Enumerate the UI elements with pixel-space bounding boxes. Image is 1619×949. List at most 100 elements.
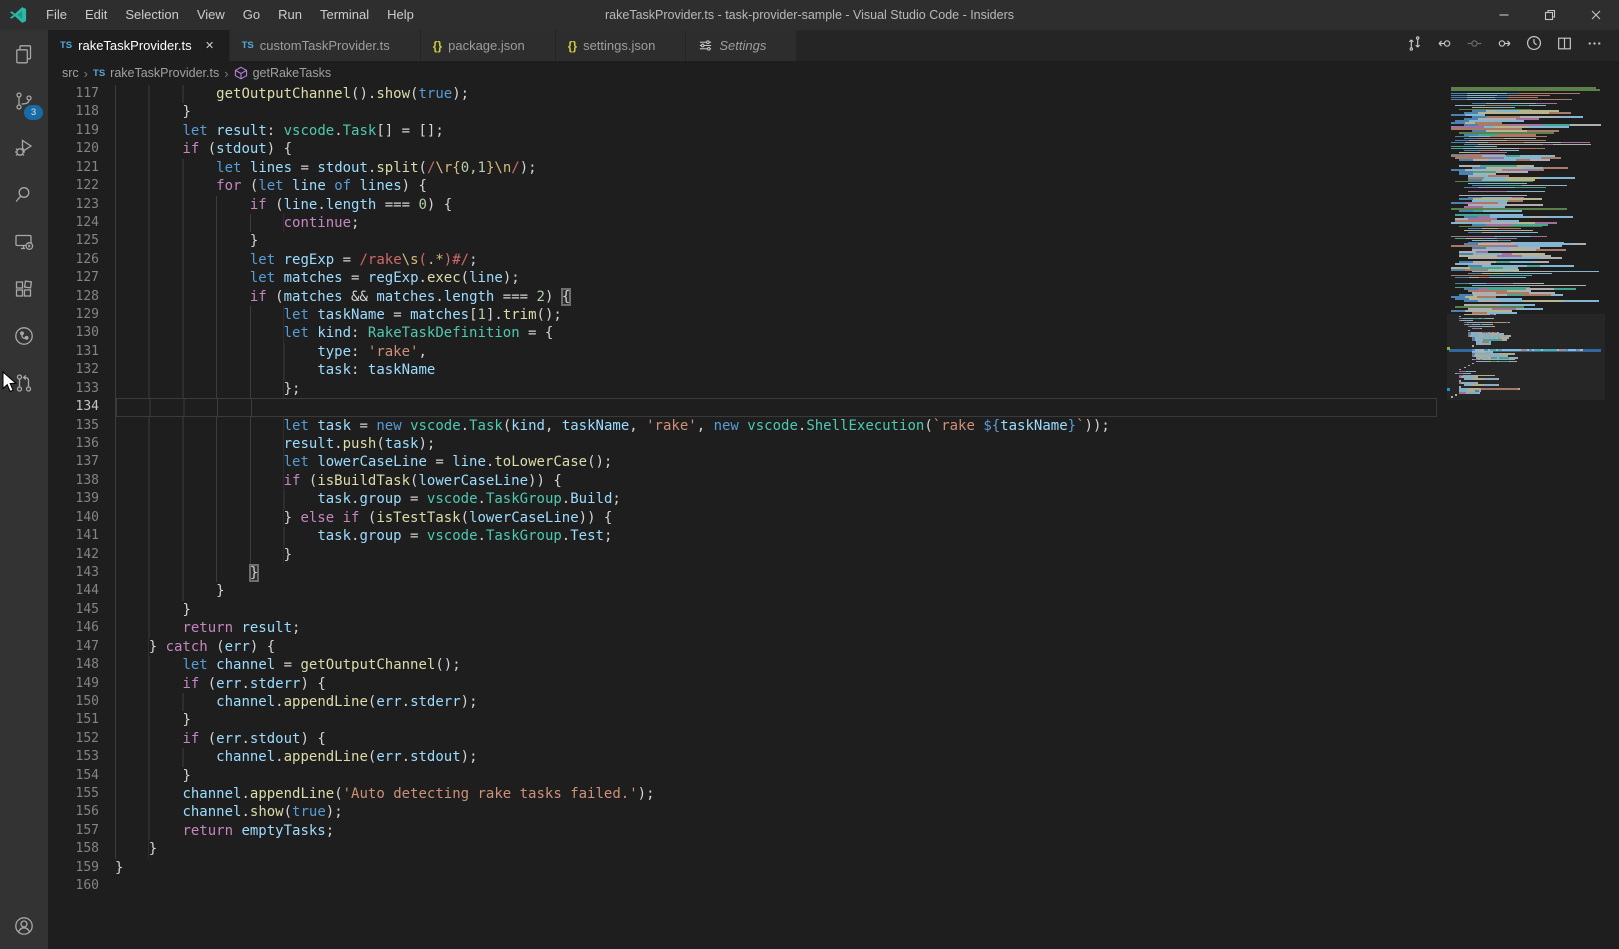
tab-settings[interactable]: Settings — [686, 30, 797, 61]
menu-terminal[interactable]: Terminal — [311, 0, 378, 30]
code-line[interactable]: 118} — [48, 103, 1619, 121]
code-line[interactable]: 153channel.appendLine(err.stdout); — [48, 748, 1619, 766]
code-line[interactable]: 127let matches = regExp.exec(line); — [48, 269, 1619, 287]
code-line[interactable]: 125} — [48, 232, 1619, 250]
code-line[interactable]: 133}; — [48, 380, 1619, 398]
code-line[interactable]: 121let lines = stdout.split(/\r{0,1}\n/)… — [48, 159, 1619, 177]
line-number[interactable]: 139 — [48, 490, 115, 508]
line-number[interactable]: 119 — [48, 122, 115, 140]
line-number[interactable]: 152 — [48, 730, 115, 748]
code-line[interactable]: 154} — [48, 767, 1619, 785]
code-line[interactable]: 149if (err.stderr) { — [48, 675, 1619, 693]
code-line[interactable]: 151} — [48, 711, 1619, 729]
menu-run[interactable]: Run — [269, 0, 311, 30]
code-line[interactable]: 147} catch (err) { — [48, 638, 1619, 656]
close-button[interactable] — [1573, 0, 1619, 30]
navigate-forward-button[interactable] — [1489, 30, 1519, 61]
code-line[interactable]: 128if (matches && matches.length === 2) … — [48, 288, 1619, 306]
code-line[interactable]: 119let result: vscode.Task[] = []; — [48, 122, 1619, 140]
minimap-slider[interactable] — [1447, 314, 1605, 400]
code-line[interactable]: 129let taskName = matches[1].trim(); — [48, 306, 1619, 324]
tab-package-json[interactable]: {}package.json — [421, 30, 556, 61]
code-line[interactable]: 132task: taskName — [48, 361, 1619, 379]
line-number[interactable]: 131 — [48, 343, 115, 361]
sidebar-item-run-and-debug[interactable] — [0, 124, 48, 171]
line-number[interactable]: 156 — [48, 803, 115, 821]
line-number[interactable]: 127 — [48, 269, 115, 287]
sidebar-item-accounts[interactable] — [0, 902, 48, 949]
code-line[interactable]: 134 — [48, 398, 1619, 416]
line-number[interactable]: 143 — [48, 564, 115, 582]
code-line[interactable]: 131type: 'rake', — [48, 343, 1619, 361]
code-line[interactable]: 122for (let line of lines) { — [48, 177, 1619, 195]
code-line[interactable]: 148let channel = getOutputChannel(); — [48, 656, 1619, 674]
line-number[interactable]: 137 — [48, 453, 115, 471]
menu-edit[interactable]: Edit — [76, 0, 116, 30]
more-actions-button[interactable] — [1579, 30, 1609, 61]
line-number[interactable]: 142 — [48, 546, 115, 564]
line-number[interactable]: 118 — [48, 103, 115, 121]
run-file-button[interactable] — [1519, 30, 1549, 61]
code-line[interactable]: 156channel.show(true); — [48, 803, 1619, 821]
tab-raketaskprovider-ts[interactable]: TSrakeTaskProvider.ts✕ — [48, 30, 230, 61]
code-line[interactable]: 142} — [48, 546, 1619, 564]
sidebar-item-explorer[interactable] — [0, 30, 48, 77]
sidebar-item-pull-requests[interactable] — [0, 359, 48, 406]
line-number[interactable]: 148 — [48, 656, 115, 674]
code-line[interactable]: 123if (line.length === 0) { — [48, 196, 1619, 214]
line-number[interactable]: 136 — [48, 435, 115, 453]
breadcrumb-item-raketaskprovider.ts[interactable]: TSrakeTaskProvider.ts — [93, 66, 219, 80]
code-line[interactable]: 136result.push(task); — [48, 435, 1619, 453]
code-line[interactable]: 157return emptyTasks; — [48, 822, 1619, 840]
minimap[interactable] — [1447, 85, 1619, 949]
sidebar-item-remote-explorer[interactable] — [0, 218, 48, 265]
code-line[interactable]: 155channel.appendLine('Auto detecting ra… — [48, 785, 1619, 803]
code-line[interactable]: 158} — [48, 840, 1619, 858]
line-number[interactable]: 132 — [48, 361, 115, 379]
code-line[interactable]: 141task.group = vscode.TaskGroup.Test; — [48, 527, 1619, 545]
menu-selection[interactable]: Selection — [116, 0, 187, 30]
code-line[interactable]: 120if (stdout) { — [48, 140, 1619, 158]
navigate-back-button[interactable] — [1429, 30, 1459, 61]
line-number[interactable]: 124 — [48, 214, 115, 232]
code-line[interactable]: 138if (isBuildTask(lowerCaseLine)) { — [48, 472, 1619, 490]
code-line[interactable]: 137let lowerCaseLine = line.toLowerCase(… — [48, 453, 1619, 471]
minimize-button[interactable] — [1481, 0, 1527, 30]
line-number[interactable]: 128 — [48, 288, 115, 306]
line-number[interactable]: 160 — [48, 877, 115, 895]
line-number[interactable]: 121 — [48, 159, 115, 177]
line-number[interactable]: 144 — [48, 582, 115, 600]
line-number[interactable]: 140 — [48, 509, 115, 527]
menu-help[interactable]: Help — [378, 0, 423, 30]
line-number[interactable]: 125 — [48, 232, 115, 250]
code-line[interactable]: 126let regExp = /rake\s(.*)#/; — [48, 251, 1619, 269]
restore-button[interactable] — [1527, 0, 1573, 30]
code-line[interactable]: 117getOutputChannel().show(true); — [48, 85, 1619, 103]
line-number[interactable]: 130 — [48, 324, 115, 342]
code-editor[interactable]: 117getOutputChannel().show(true);118}119… — [48, 85, 1619, 949]
code-line[interactable]: 135let task = new vscode.Task(kind, task… — [48, 417, 1619, 435]
line-number[interactable]: 150 — [48, 693, 115, 711]
line-number[interactable]: 133 — [48, 380, 115, 398]
code-line[interactable]: 140} else if (isTestTask(lowerCaseLine))… — [48, 509, 1619, 527]
code-line[interactable]: 146return result; — [48, 619, 1619, 637]
code-line[interactable]: 159} — [48, 859, 1619, 877]
line-number[interactable]: 120 — [48, 140, 115, 158]
line-number[interactable]: 159 — [48, 859, 115, 877]
menu-file[interactable]: File — [37, 0, 76, 30]
line-number[interactable]: 145 — [48, 601, 115, 619]
line-number[interactable]: 138 — [48, 472, 115, 490]
open-changes-button[interactable] — [1399, 30, 1429, 61]
line-number[interactable]: 157 — [48, 822, 115, 840]
menu-go[interactable]: Go — [234, 0, 269, 30]
line-number[interactable]: 126 — [48, 251, 115, 269]
line-number[interactable]: 147 — [48, 638, 115, 656]
close-tab-button[interactable]: ✕ — [201, 37, 219, 55]
line-number[interactable]: 134 — [48, 398, 115, 416]
line-number[interactable]: 129 — [48, 306, 115, 324]
menu-view[interactable]: View — [188, 0, 234, 30]
line-number[interactable]: 149 — [48, 675, 115, 693]
line-number[interactable]: 153 — [48, 748, 115, 766]
code-line[interactable]: 145} — [48, 601, 1619, 619]
line-number[interactable]: 123 — [48, 196, 115, 214]
